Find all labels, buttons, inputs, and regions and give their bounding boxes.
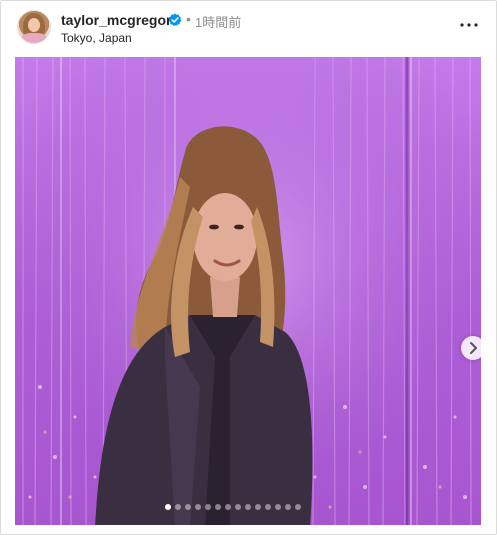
carousel-indicator: [165, 504, 301, 510]
location-link[interactable]: Tokyo, Japan: [61, 31, 132, 45]
carousel-dot: [255, 504, 261, 510]
carousel-dot: [205, 504, 211, 510]
carousel-dot: [295, 504, 301, 510]
chevron-right-icon: [470, 342, 477, 354]
post-header: taylor_mcgregor • 1時間前 Tokyo, Japan: [1, 1, 496, 53]
carousel-dot: [245, 504, 251, 510]
separator-dot: •: [186, 11, 191, 27]
more-options-icon[interactable]: [457, 15, 481, 35]
carousel-dot: [275, 504, 281, 510]
carousel-dot: [285, 504, 291, 510]
carousel-dot: [165, 504, 171, 510]
carousel-dot: [215, 504, 221, 510]
carousel-dot: [185, 504, 191, 510]
username-link[interactable]: taylor_mcgregor: [61, 12, 171, 28]
post-time[interactable]: 1時間前: [195, 12, 241, 31]
post-photo[interactable]: [15, 57, 481, 525]
carousel-dot: [175, 504, 181, 510]
carousel-dot: [225, 504, 231, 510]
post-card: taylor_mcgregor • 1時間前 Tokyo, Japan: [0, 0, 497, 535]
carousel-dot: [265, 504, 271, 510]
profile-avatar[interactable]: [17, 10, 51, 44]
carousel-dot: [235, 504, 241, 510]
carousel-dot: [195, 504, 201, 510]
next-slide-button[interactable]: [461, 336, 481, 360]
verified-badge-icon: [168, 13, 182, 27]
